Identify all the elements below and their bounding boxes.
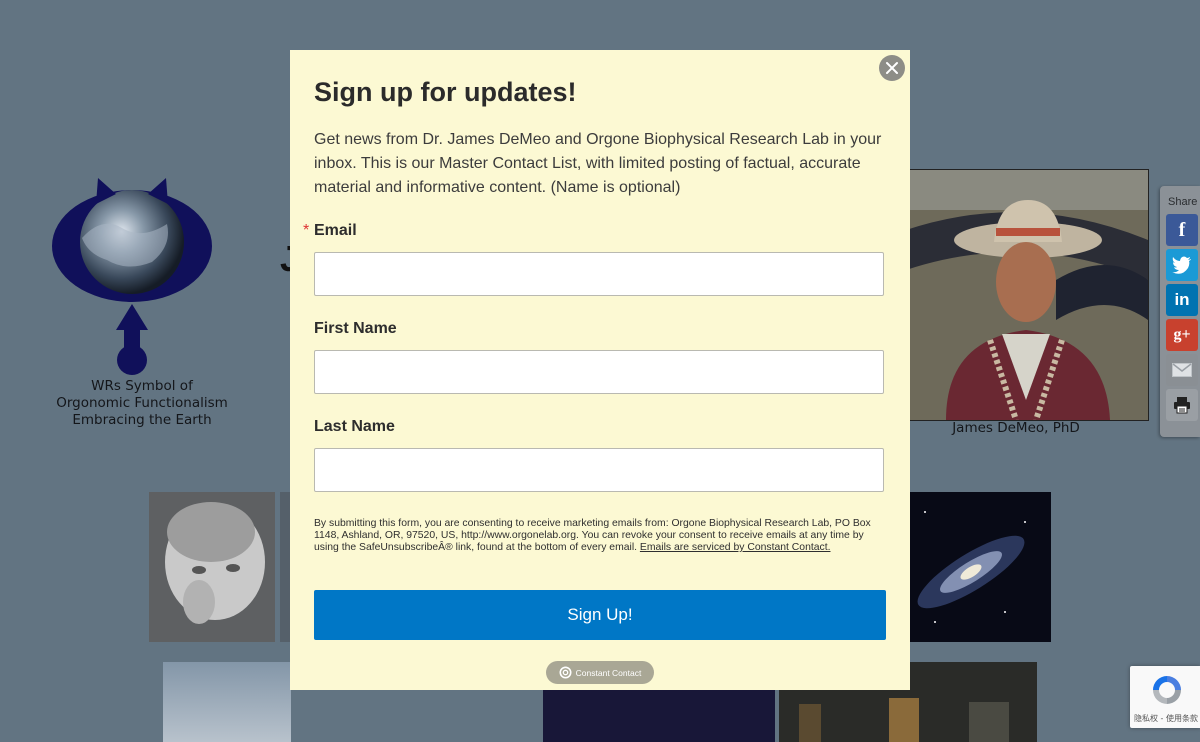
modal-title: Sign up for updates! — [314, 77, 577, 107]
required-indicator: * — [303, 222, 310, 239]
portrait-photo — [905, 169, 1149, 421]
galaxy-photo — [905, 492, 1051, 642]
portrait-caption: James DeMeo, PhD — [952, 420, 1080, 436]
email-field[interactable] — [314, 252, 884, 296]
first-name-field[interactable] — [314, 350, 884, 394]
close-button[interactable] — [879, 55, 905, 81]
linkedin-icon: in — [1174, 290, 1190, 309]
share-print-button[interactable] — [1166, 389, 1198, 421]
facebook-icon: f — [1178, 218, 1186, 241]
google-plus-icon: g+ — [1173, 326, 1191, 343]
modal-intro: Get news from Dr. James DeMeo and Orgone… — [314, 131, 882, 196]
logo-caption-line: Embracing the Earth — [72, 412, 212, 428]
constant-contact-link[interactable]: Emails are serviced by Constant Contact. — [640, 542, 831, 553]
share-facebook-button[interactable]: f — [1166, 214, 1198, 246]
orgonomic-functionalism-logo — [52, 176, 214, 381]
mail-icon — [1172, 363, 1192, 377]
share-label: Share — [1168, 196, 1198, 208]
share-linkedin-button[interactable]: in — [1166, 284, 1198, 316]
share-twitter-button[interactable] — [1166, 249, 1198, 281]
recaptcha-badge[interactable]: 隐私权 - 使用条款 — [1130, 666, 1200, 728]
logo-caption-line: WRs Symbol of — [91, 378, 193, 394]
close-icon — [886, 62, 898, 74]
baby-photo — [149, 492, 275, 642]
sign-up-button[interactable]: Sign Up! — [314, 590, 886, 640]
constant-contact-badge[interactable]: Constant Contact — [546, 661, 654, 684]
recaptcha-terms-text[interactable]: 隐私权 - 使用条款 — [1132, 713, 1200, 724]
first-name-label: First Name — [314, 320, 397, 337]
share-sidebar: Share f in g+ — [1160, 186, 1200, 437]
glow-photo — [543, 690, 775, 742]
last-name-field[interactable] — [314, 448, 884, 492]
recaptcha-icon — [1153, 676, 1181, 704]
signup-modal: Sign up for updates! Get news from Dr. J… — [290, 50, 910, 690]
constant-contact-logo-icon — [559, 666, 572, 679]
share-email-button[interactable] — [1166, 354, 1198, 386]
printer-icon — [1174, 397, 1190, 414]
last-name-label: Last Name — [314, 418, 395, 435]
sky-photo — [163, 662, 291, 742]
logo-caption: WRs Symbol of Orgonomic Functionalism Em… — [50, 378, 234, 429]
share-google-plus-button[interactable]: g+ — [1166, 319, 1198, 351]
constant-contact-badge-label: Constant Contact — [575, 667, 642, 678]
consent-disclaimer: By submitting this form, you are consent… — [314, 518, 886, 554]
email-label: Email — [314, 222, 357, 239]
logo-caption-line: Orgonomic Functionalism — [56, 395, 228, 411]
twitter-icon — [1172, 256, 1191, 274]
